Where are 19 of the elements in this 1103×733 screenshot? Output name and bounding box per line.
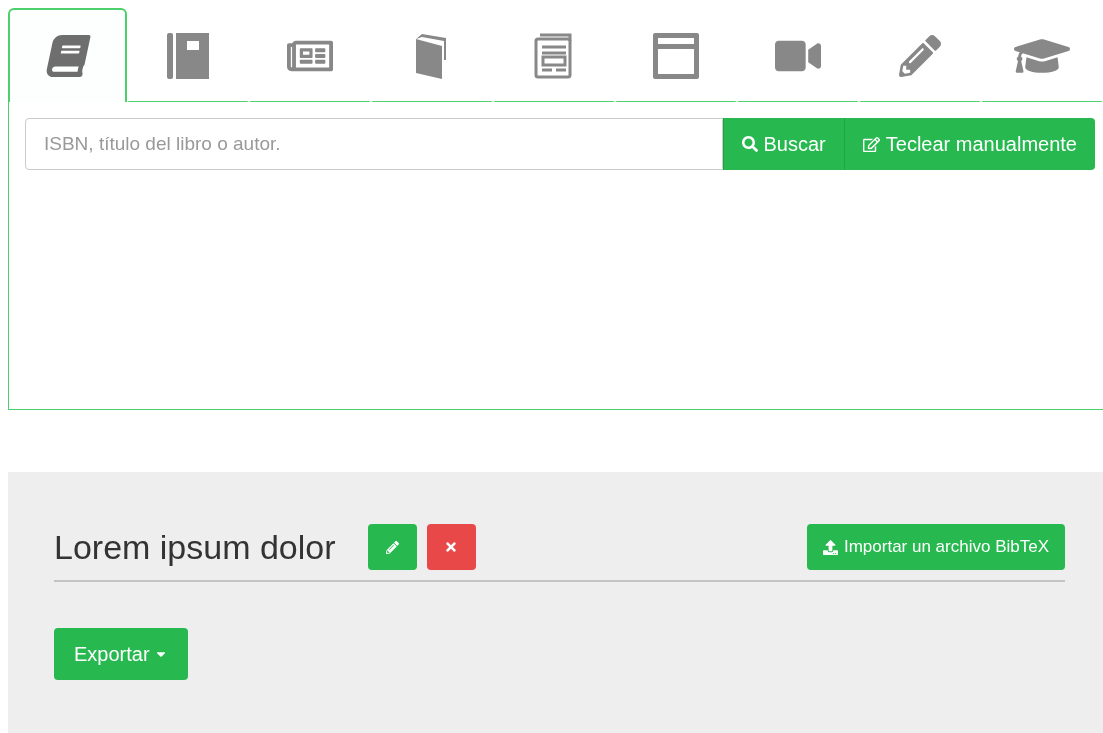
- book-icon: [416, 32, 448, 79]
- delete-button[interactable]: [426, 524, 476, 570]
- notebook-icon: [167, 32, 209, 79]
- close-icon: [444, 540, 459, 554]
- manual-entry-button[interactable]: Teclear manualmente: [843, 118, 1095, 170]
- search-field[interactable]: ISBN, título del libro o autor.: [25, 118, 723, 170]
- browser-window-icon: [653, 32, 699, 79]
- category-tab[interactable]: [8, 8, 127, 102]
- export-button[interactable]: Exportar: [54, 628, 188, 680]
- pencil-icon: [385, 540, 399, 554]
- magazine-icon: [534, 32, 574, 79]
- import-button[interactable]: Importar un archivo BibTeX: [806, 524, 1065, 570]
- pencil-icon: [899, 34, 941, 77]
- upload-icon: [822, 539, 838, 555]
- project-title: Lorem ipsum dolor: [54, 527, 336, 567]
- edit-icon: [862, 135, 880, 153]
- edit-button[interactable]: [367, 524, 417, 570]
- search-icon: [741, 136, 758, 152]
- search-button[interactable]: Buscar: [722, 118, 844, 170]
